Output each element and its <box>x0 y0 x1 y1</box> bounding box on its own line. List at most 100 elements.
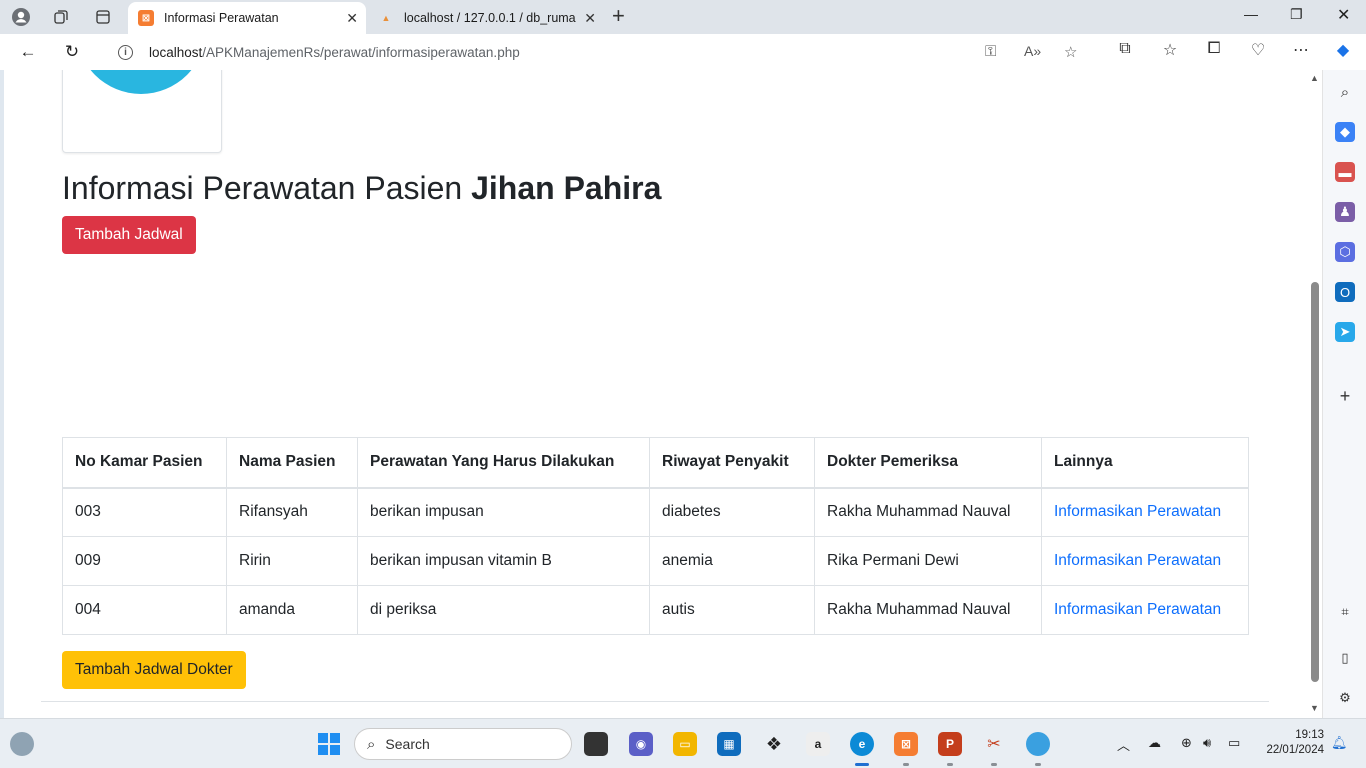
inform-care-link[interactable]: Informasikan Perawatan <box>1054 503 1221 520</box>
scroll-up-icon[interactable]: ▲ <box>1310 73 1319 83</box>
xampp-icon[interactable]: ⊠ <box>894 732 918 756</box>
edge-icon[interactable]: e <box>850 732 874 756</box>
room-number: 004 <box>62 585 227 635</box>
back-icon[interactable]: ← <box>15 40 41 64</box>
room-number: 003 <box>62 487 227 537</box>
info-icon[interactable]: i <box>118 44 133 60</box>
read-aloud-icon[interactable]: A» <box>1024 43 1041 59</box>
running-app-indicator <box>1035 763 1041 766</box>
column-header: Riwayat Penyakit <box>649 437 815 489</box>
divider <box>41 701 1269 702</box>
doctor-cell: Rakha Muhammad Nauval <box>814 585 1042 635</box>
page-title: Informasi Perawatan Pasien Jihan Pahira <box>62 170 662 206</box>
outlook-icon[interactable]: O <box>1335 282 1355 302</box>
room-number: 009 <box>62 536 227 586</box>
search-label: Search <box>385 736 430 752</box>
shopping-icon[interactable]: ◆ <box>1335 122 1355 142</box>
page-scrollbar[interactable]: ▲ ▼ <box>1308 70 1322 718</box>
add-icon[interactable]: + <box>1335 386 1355 406</box>
onedrive-icon[interactable]: ☁ <box>1148 735 1161 751</box>
snipping-tool-icon[interactable]: ✂ <box>982 732 1006 756</box>
battery-icon[interactable]: ▭ <box>1228 735 1240 751</box>
windows-taskbar: ⌕ Search ◉ ▭ ▦ ❖ a e ⊠ P ✂ ︿ ☁ ⊕ 🔊︎ ▭ 19… <box>0 718 1366 768</box>
add-schedule-button[interactable]: Tambah Jadwal <box>62 216 196 254</box>
dropbox-icon[interactable]: ❖ <box>762 732 786 756</box>
scroll-down-icon[interactable]: ▼ <box>1310 703 1319 713</box>
search-icon[interactable]: ⌕ <box>1335 82 1355 102</box>
taskbar-search[interactable]: ⌕ Search <box>354 728 572 760</box>
teams-icon[interactable]: ◉ <box>629 732 653 756</box>
workspaces-icon[interactable] <box>48 5 74 29</box>
actions-cell: Informasikan Perawatan <box>1041 585 1249 635</box>
disease-history-cell: anemia <box>649 536 815 586</box>
inform-care-link[interactable]: Informasikan Perawatan <box>1054 552 1221 569</box>
tab-informasi-perawatan[interactable]: ⊠ Informasi Perawatan ✕ <box>128 2 366 34</box>
column-header: No Kamar Pasien <box>62 437 227 489</box>
tab-phpmyadmin[interactable]: ▲ localhost / 127.0.0.1 / db_rumah ✕ <box>368 2 604 34</box>
volume-icon[interactable]: 🔊︎ <box>1203 735 1211 751</box>
inform-care-link[interactable]: Informasikan Perawatan <box>1054 601 1221 618</box>
treatment-cell: di periksa <box>357 585 650 635</box>
new-tab-button[interactable]: + <box>612 4 625 28</box>
tab-actions-icon[interactable] <box>90 5 116 29</box>
close-icon[interactable]: ✕ <box>584 10 596 27</box>
page-content: Informasi Perawatan Pasien Jihan Pahira … <box>4 70 1308 718</box>
games-icon[interactable]: ♟ <box>1335 202 1355 222</box>
address-bar[interactable]: i localhost/APKManajemenRs/perawat/infor… <box>100 37 1098 67</box>
table-row: 004 amanda di periksa autis Rakha Muhamm… <box>62 585 1249 635</box>
xampp-icon: ⊠ <box>138 10 154 26</box>
clock-date: 22/01/2024 <box>1266 744 1324 756</box>
actions-cell: Informasikan Perawatan <box>1041 536 1249 586</box>
scroll-thumb[interactable] <box>1311 282 1319 682</box>
column-header: Perawatan Yang Harus Dilakukan <box>357 437 650 489</box>
close-icon[interactable]: ✕ <box>346 10 358 27</box>
favorites-icon[interactable]: ☆ <box>1158 40 1182 60</box>
more-icon[interactable]: ⋯ <box>1289 40 1313 60</box>
collections-icon[interactable]: ⧠ <box>1202 40 1226 58</box>
running-app-indicator <box>991 763 997 766</box>
refresh-icon[interactable]: ↻ <box>59 40 85 64</box>
patient-name: Jihan Pahira <box>471 170 662 206</box>
drop-icon[interactable]: ➤ <box>1335 322 1355 342</box>
screenshot-icon[interactable]: ⌗ <box>1335 602 1355 622</box>
minimize-icon[interactable]: — <box>1244 6 1258 22</box>
patient-name-cell: amanda <box>226 585 358 635</box>
file-explorer-icon[interactable]: ▭ <box>673 732 697 756</box>
disease-history-cell: autis <box>649 585 815 635</box>
settings-icon[interactable]: ⚙ <box>1335 688 1355 708</box>
language-icon[interactable]: ⊕ <box>1181 735 1192 751</box>
chevron-up-icon[interactable]: ︿ <box>1117 735 1130 754</box>
windows-start-icon[interactable] <box>317 732 341 756</box>
browser-tab-strip: ⊠ Informasi Perawatan ✕ ▲ localhost / 12… <box>0 0 1366 34</box>
notification-bell-icon[interactable]: 🔔︎ <box>1331 735 1348 751</box>
doctor-cell: Rakha Muhammad Nauval <box>814 487 1042 537</box>
microsoft-365-icon[interactable]: ⬡ <box>1335 242 1355 262</box>
care-schedule-table: No Kamar Pasien Nama Pasien Perawatan Ya… <box>62 437 1249 635</box>
microsoft-store-icon[interactable]: ▦ <box>717 732 741 756</box>
treatment-cell: berikan impusan vitamin B <box>357 536 650 586</box>
column-header: Dokter Pemeriksa <box>814 437 1042 489</box>
key-icon[interactable]: ⚿ <box>985 43 996 60</box>
task-view-icon[interactable] <box>584 732 608 756</box>
amazon-icon[interactable]: a <box>806 732 830 756</box>
profile-icon[interactable] <box>8 5 34 29</box>
powerpoint-icon[interactable]: P <box>938 732 962 756</box>
clock-time: 19:13 <box>1295 729 1324 741</box>
browser-essentials-icon[interactable]: ♡ <box>1246 40 1270 60</box>
sidebar-toggle-icon[interactable]: ▯ <box>1335 648 1355 668</box>
copilot-icon[interactable]: ◆ <box>1331 40 1355 60</box>
split-screen-icon[interactable]: ⧉ <box>1113 40 1137 58</box>
weather-icon[interactable] <box>10 732 34 756</box>
edge-sidebar: ⌕ ◆ ▬ ♟ ⬡ O ➤ + ⌗ ▯ ⚙ <box>1322 70 1366 718</box>
column-header: Nama Pasien <box>226 437 358 489</box>
chrome-icon[interactable] <box>1026 732 1050 756</box>
restore-icon[interactable]: ❐ <box>1290 6 1303 23</box>
active-app-indicator <box>855 763 869 766</box>
clock[interactable]: 19:13 22/01/2024 <box>1256 728 1324 758</box>
disease-history-cell: diabetes <box>649 487 815 537</box>
treatment-cell: berikan impusan <box>357 487 650 537</box>
close-window-icon[interactable]: ✕ <box>1337 5 1350 25</box>
tools-icon[interactable]: ▬ <box>1335 162 1355 182</box>
favorite-star-icon[interactable]: ☆ <box>1064 43 1077 61</box>
add-doctor-schedule-button[interactable]: Tambah Jadwal Dokter <box>62 651 246 689</box>
